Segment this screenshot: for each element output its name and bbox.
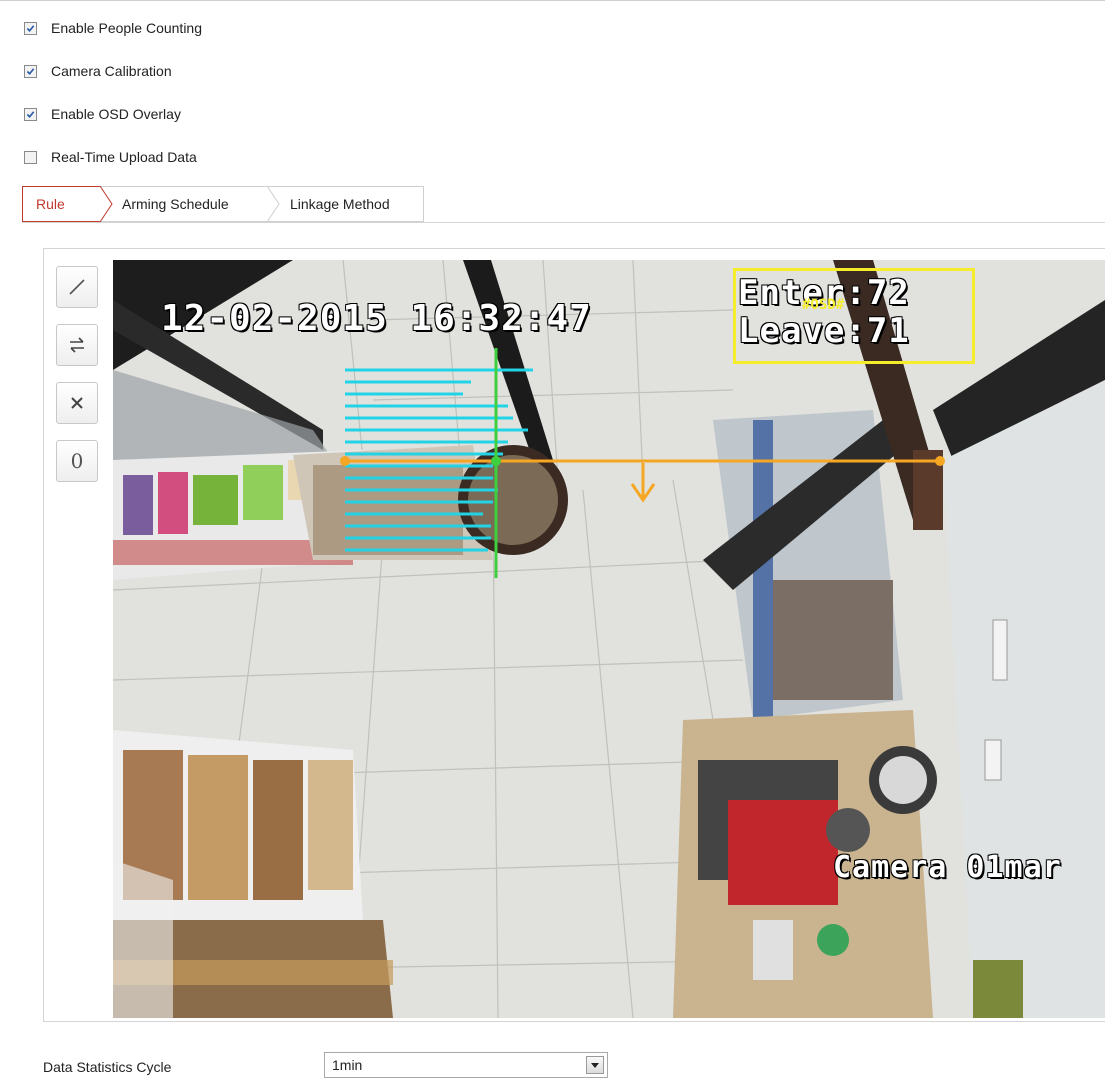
tab-linkage-method[interactable]: Linkage Method: [268, 186, 424, 222]
tab-arming-schedule-label: Arming Schedule: [122, 196, 229, 212]
tab-rule[interactable]: Rule: [22, 186, 113, 222]
chevron-down-icon: [591, 1063, 599, 1068]
camera-calibration-row[interactable]: Camera Calibration: [24, 62, 172, 80]
draw-line-icon: [69, 279, 85, 295]
enable-osd-overlay-label: Enable OSD Overlay: [51, 106, 181, 122]
enable-osd-overlay-checkbox[interactable]: [24, 107, 37, 121]
enable-people-counting-row[interactable]: Enable People Counting: [24, 19, 202, 37]
osd-tag[interactable]: #OSD#: [802, 297, 844, 313]
camera-scene: [113, 260, 1105, 1018]
real-time-upload-row[interactable]: Real-Time Upload Data: [24, 148, 197, 166]
tab-bar: Rule Arming Schedule Linkage Method: [22, 186, 424, 222]
osd-datetime: 12-02-2015 16:32:47: [161, 298, 592, 339]
osd-count-box: Enter:72 Leave:71 #OSD#: [733, 268, 975, 364]
enable-people-counting-label: Enable People Counting: [51, 20, 203, 36]
statistics-cycle-label: Data Statistics Cycle: [43, 1059, 172, 1075]
tab-linkage-method-label: Linkage Method: [290, 196, 390, 212]
enable-osd-overlay-row[interactable]: Enable OSD Overlay: [24, 105, 181, 123]
osd-camera-name: Camera 01mar: [833, 850, 1062, 885]
swap-direction-button[interactable]: [56, 324, 98, 366]
check-icon: [26, 67, 35, 75]
live-video[interactable]: 12-02-2015 16:32:47 Enter:72 Leave:71 #O…: [113, 260, 1105, 1018]
tab-rule-label: Rule: [36, 196, 65, 212]
reset-zero-button[interactable]: 0: [56, 440, 98, 482]
camera-calibration-checkbox[interactable]: [24, 64, 37, 78]
real-time-upload-checkbox[interactable]: [24, 150, 37, 164]
close-icon: [71, 397, 83, 409]
swap-direction-icon: [70, 337, 84, 353]
tab-separator-icon: [100, 186, 113, 222]
zero-icon: 0: [70, 449, 84, 473]
tab-separator-icon: [267, 186, 280, 222]
real-time-upload-label: Real-Time Upload Data: [51, 149, 197, 165]
clear-button[interactable]: [56, 382, 98, 424]
statistics-cycle-value: 1min: [332, 1057, 363, 1073]
statistics-cycle-select[interactable]: 1min: [324, 1052, 608, 1078]
osd-leave-count: Leave:71: [738, 311, 910, 351]
draw-line-button[interactable]: [56, 266, 98, 308]
check-icon: [26, 110, 35, 118]
tab-arming-schedule[interactable]: Arming Schedule: [100, 186, 280, 222]
camera-calibration-label: Camera Calibration: [51, 63, 172, 79]
drawing-toolbar: 0: [56, 266, 98, 498]
tab-underline: [22, 222, 1105, 223]
top-border: [0, 0, 1105, 1]
check-icon: [26, 24, 35, 32]
dropdown-arrow-button[interactable]: [586, 1056, 604, 1074]
enable-people-counting-checkbox[interactable]: [24, 21, 37, 35]
